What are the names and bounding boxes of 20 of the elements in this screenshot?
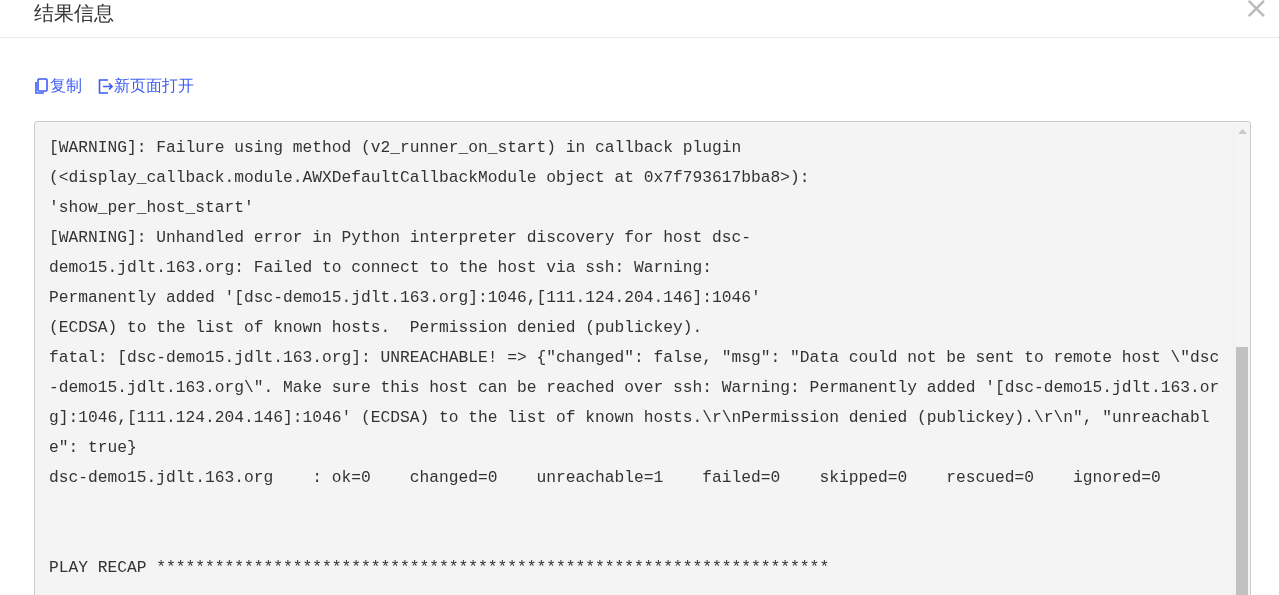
dialog-title: 结果信息 [34,1,114,25]
log-line: (ECDSA) to the list of known hosts. Permission denied (publickey). [49,317,703,339]
log-line: demo15.jdlt.163.org: Failed to connect to the host via ssh: Warning: [49,257,713,279]
log-section-heading: PLAY RECAP ********************************************************************* [49,557,830,579]
copy-icon [34,77,49,95]
log-line: e": true} [49,437,137,459]
log-line: [WARNING]: Unhandled error in Python interpreter discovery for host dsc- [49,227,752,249]
log-line: [WARNING]: Failure using method (v2_runner_on_start) in callback plugin [49,137,742,159]
log-line: -demo15.jdlt.163.org\". Make sure this host can be reached over ssh: Warning: Permanently added '[dsc-demo15.jdlt.163.or [49,377,1220,399]
log-line: g]:1046,[111.124.204.146]:1046' (ECDSA) to the list of known hosts.\r\nPermission denied (publickey).\r\n", "unreachabl [49,407,1210,429]
log-line: (<display_callback.module.AWXDefaultCallbackModule object at 0x7f793617bba8>): [49,167,810,189]
log-line: 'show_per_host_start' [49,197,254,219]
copy-link[interactable]: 复制 [34,75,82,97]
log-line: Permanently added '[dsc-demo15.jdlt.163.org]:1046,[111.124.204.146]:1046' [49,287,761,309]
scroll-up-icon[interactable] [1238,128,1247,134]
log-line: fatal: [dsc-demo15.jdlt.163.org]: UNREACHABLE! => {"changed": false, "msg": "Data could not be sent to remote host \"dsc [49,347,1220,369]
scrollbar[interactable] [1233,122,1250,595]
open-external-icon [98,77,113,95]
open-new-page-link[interactable]: 新页面打开 [98,75,194,97]
log-line: dsc-demo15.jdlt.163.org : ok=0 changed=0 unreachable=1 failed=0 skipped=0 rescued=0 ignored=0 [49,467,1161,489]
